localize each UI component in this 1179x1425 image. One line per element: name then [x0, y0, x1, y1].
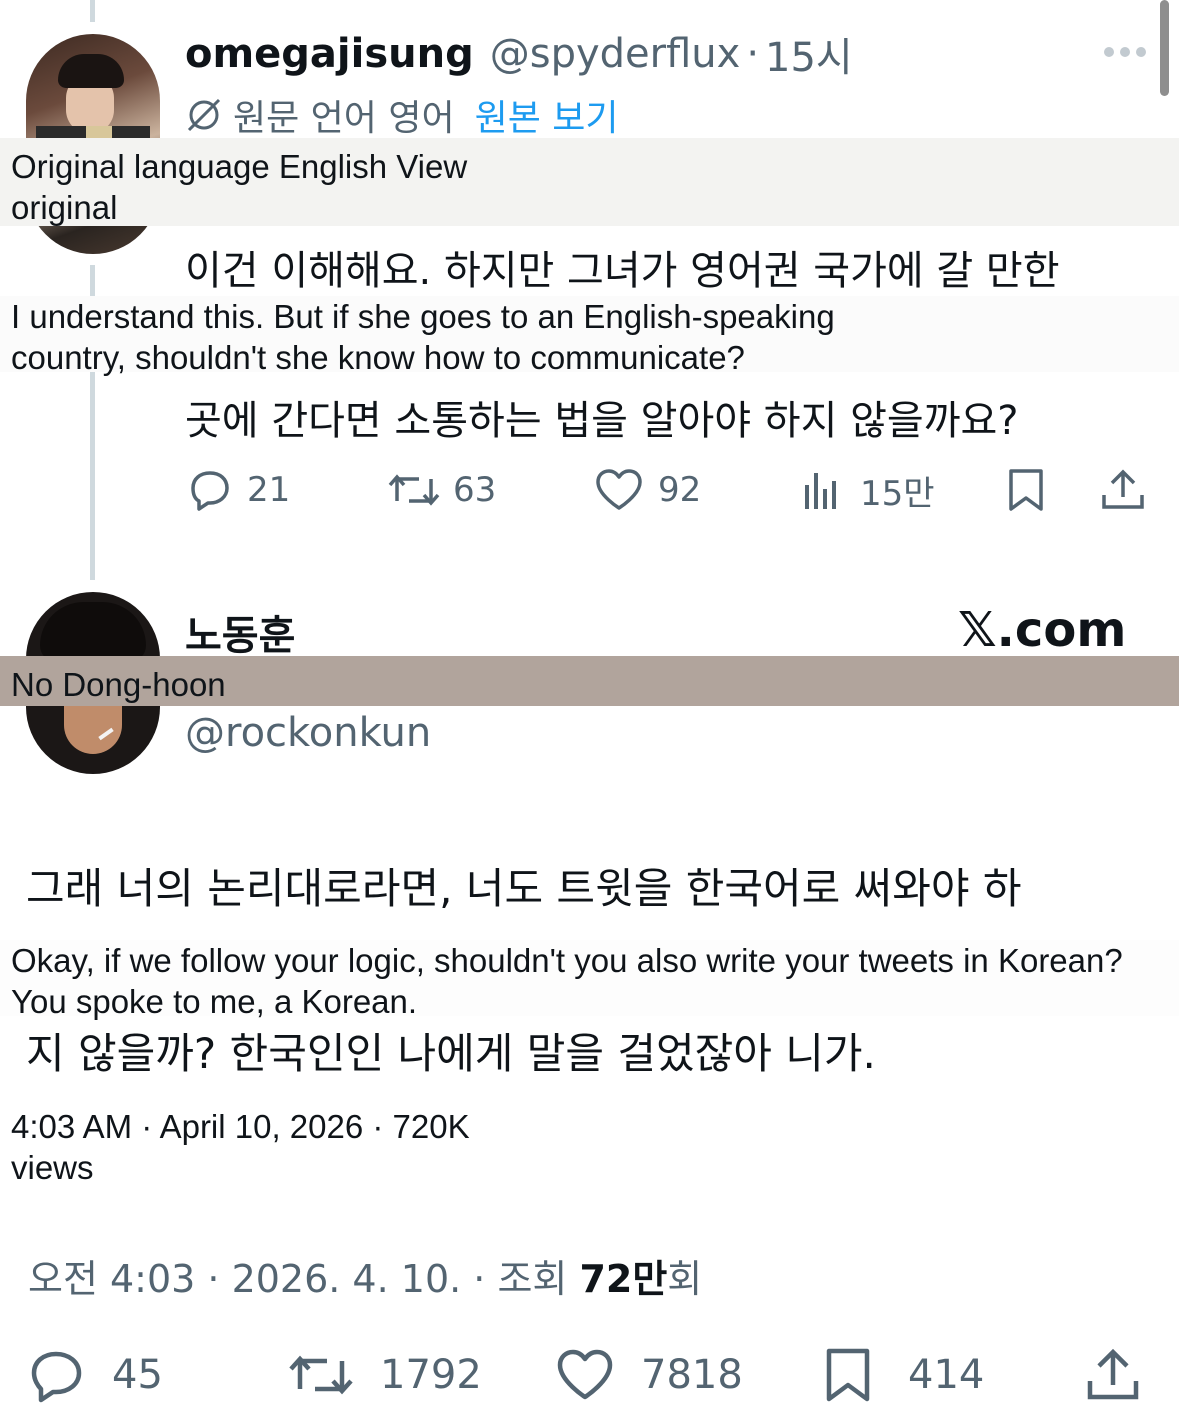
- thread-line-top: [90, 0, 95, 22]
- reply-button[interactable]: 21: [187, 466, 290, 514]
- overlay-text: I understand this. But if she goes to an…: [11, 298, 835, 376]
- reply-icon: [187, 467, 233, 513]
- repost-icon: [387, 467, 441, 513]
- views-chart-icon: [802, 467, 844, 513]
- handle[interactable]: @rockonkun: [185, 710, 431, 756]
- like-button[interactable]: 7818: [555, 1346, 743, 1404]
- post-time[interactable]: 15시: [765, 25, 853, 83]
- overlay-notice-text: Original language English View original: [11, 148, 468, 226]
- like-count: 92: [658, 470, 702, 510]
- repost-count: 63: [453, 470, 497, 510]
- translation-notice: 원문 언어 영어 원본 보기: [185, 89, 619, 141]
- overlay-text: Okay, if we follow your logic, shouldn't…: [11, 942, 1123, 1020]
- tweet-text-line1: 이건 이해해요. 하지만 그녀가 영어권 국가에 갈 만한: [185, 248, 1060, 294]
- repost-button[interactable]: 1792: [288, 1346, 482, 1404]
- views-button[interactable]: 15만: [802, 466, 935, 514]
- scrollbar[interactable]: [1160, 0, 1169, 96]
- bookmark-button[interactable]: 414: [822, 1346, 984, 1404]
- avatar-hair: [58, 54, 124, 88]
- heart-icon: [594, 467, 644, 513]
- share-icon: [1100, 467, 1146, 513]
- translation-overlay-meta: 4:03 AM · April 10, 2026 · 720K views: [0, 1106, 520, 1192]
- translation-overlay-text: I understand this. But if she goes to an…: [0, 296, 1179, 376]
- heart-icon: [555, 1347, 615, 1403]
- repost-count: 1792: [380, 1352, 482, 1398]
- tweet-meta: 오전 4:03 · 2026. 4. 10. · 조회 72만회: [28, 1248, 702, 1303]
- meta-views-unit: 회: [667, 1257, 703, 1301]
- bookmark-button[interactable]: [1005, 466, 1047, 514]
- reply-icon: [28, 1347, 86, 1403]
- like-button[interactable]: 92: [594, 466, 701, 514]
- repost-icon: [288, 1347, 354, 1403]
- repost-button[interactable]: 63: [387, 466, 496, 514]
- tweet-text-line1: 그래 너의 논리대로라면, 너도 트윗을 한국어로 써와야 하: [26, 864, 1022, 913]
- handle[interactable]: @spyderflux: [490, 31, 741, 77]
- tweet-text-line2: 곳에 간다면 소통하는 법을 알아야 하지 않을까요?: [185, 398, 1019, 444]
- meta-date[interactable]: 오전 4:03 · 2026. 4. 10. · 조회: [28, 1257, 579, 1301]
- like-count: 7818: [641, 1352, 743, 1398]
- reply-button[interactable]: 45: [28, 1346, 163, 1404]
- tweet-text-line2: 지 않을까? 한국인인 나에게 말을 걸었잖아 니가.: [26, 1029, 876, 1078]
- display-name[interactable]: omegajisung: [185, 31, 474, 77]
- reply-count: 45: [112, 1352, 163, 1398]
- bookmark-icon: [822, 1347, 874, 1403]
- reply-count: 21: [247, 470, 291, 510]
- overlay-name-text: No Dong-hoon: [11, 666, 226, 703]
- x-com-watermark: 𝕏.com: [958, 602, 1127, 658]
- views-count: 15만: [860, 473, 935, 514]
- share-icon: [1085, 1347, 1141, 1403]
- tweet-header: omegajisung @spyderflux · 15시: [185, 25, 853, 83]
- avatar-hair: [40, 602, 146, 662]
- view-original-link[interactable]: 원본 보기: [475, 89, 619, 141]
- translation-notice-text: 원문 언어 영어: [233, 98, 455, 139]
- globe-slash-icon: [185, 96, 223, 134]
- display-name[interactable]: 노동훈: [185, 603, 295, 661]
- bookmark-icon: [1005, 467, 1047, 513]
- more-options-icon[interactable]: [1100, 30, 1150, 74]
- translation-overlay-notice: Original language English View original: [0, 138, 1179, 226]
- translation-overlay-text: Okay, if we follow your logic, shouldn't…: [0, 940, 1179, 1020]
- translation-overlay-name: No Dong-hoon: [0, 656, 1179, 706]
- bookmark-count: 414: [908, 1352, 985, 1398]
- overlay-meta-text: 4:03 AM · April 10, 2026 · 720K views: [11, 1108, 470, 1186]
- share-button[interactable]: [1085, 1346, 1141, 1404]
- meta-views-count: 72만: [579, 1257, 668, 1301]
- separator: ·: [746, 31, 760, 77]
- share-button[interactable]: [1100, 466, 1146, 514]
